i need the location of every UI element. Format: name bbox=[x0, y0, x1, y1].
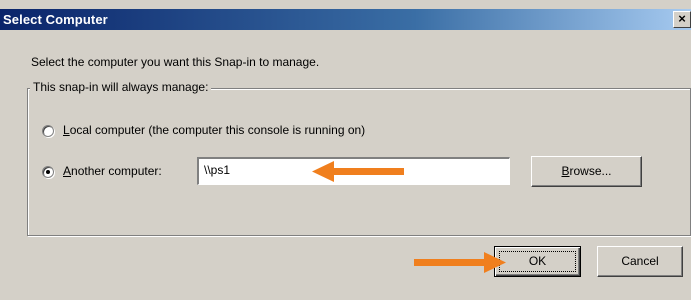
local-computer-radio[interactable] bbox=[42, 125, 54, 137]
instruction-text: Select the computer you want this Snap-i… bbox=[31, 55, 320, 69]
arrow-left-icon bbox=[312, 161, 404, 182]
radio-selected-dot bbox=[46, 170, 50, 174]
another-computer-radio[interactable] bbox=[42, 166, 54, 178]
browse-accel: B bbox=[561, 164, 570, 178]
another-computer-label-text: nother computer: bbox=[71, 164, 162, 178]
cancel-button[interactable]: Cancel bbox=[597, 246, 683, 277]
ok-label: OK bbox=[528, 254, 547, 268]
close-icon: × bbox=[678, 11, 686, 26]
browse-label-text: rowse... bbox=[569, 164, 612, 178]
select-computer-dialog: Select Computer × Select the computer yo… bbox=[0, 0, 691, 300]
another-computer-accel: A bbox=[63, 164, 72, 178]
local-computer-label[interactable]: Local computer (the computer this consol… bbox=[63, 123, 365, 137]
browse-button[interactable]: Browse... bbox=[531, 156, 642, 187]
window-title: Select Computer bbox=[3, 12, 108, 27]
arrow-right-icon bbox=[414, 252, 506, 273]
groupbox-label: This snap-in will always manage: bbox=[30, 80, 212, 94]
title-bar: Select Computer × bbox=[0, 9, 691, 30]
local-computer-label-text: ocal computer (the computer this console… bbox=[69, 123, 366, 137]
cancel-label: Cancel bbox=[621, 254, 659, 268]
local-computer-accel: L bbox=[63, 123, 70, 137]
another-computer-label[interactable]: Another computer: bbox=[63, 164, 162, 178]
close-button[interactable]: × bbox=[673, 11, 691, 28]
